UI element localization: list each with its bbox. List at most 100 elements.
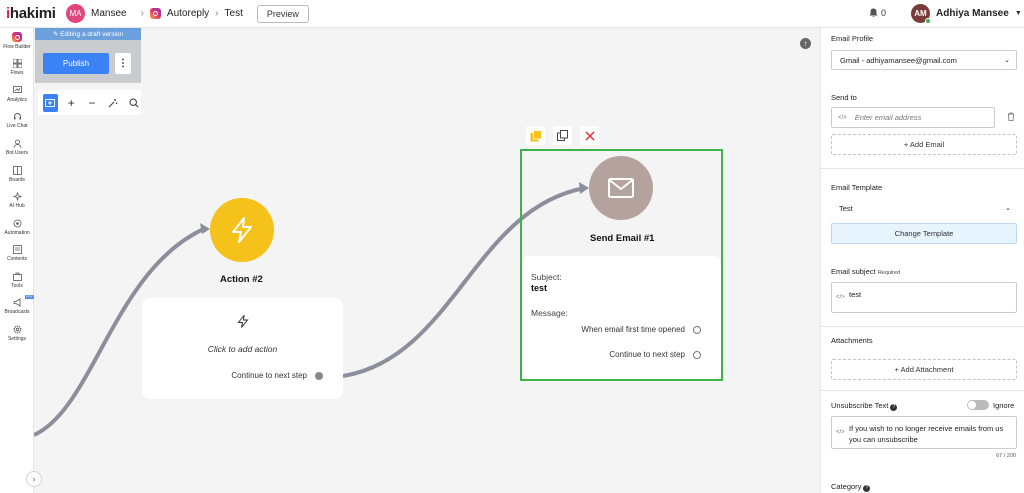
flow-canvas[interactable]: ✎ Editing a draft version Publish ⋮ + − ↑… (34, 28, 820, 493)
sidebar-item-boards[interactable]: Boards (0, 166, 34, 183)
search-icon (129, 97, 139, 108)
copy-icon (557, 130, 568, 141)
help-icon[interactable]: ? (863, 485, 871, 492)
sidebar-item-label: Automation (4, 230, 30, 236)
delete-node-button[interactable] (580, 126, 599, 145)
email-node-card[interactable]: Subject: test Message: When email first … (522, 256, 721, 379)
headset-icon (13, 113, 21, 120)
send-to-label: Send to (831, 93, 857, 102)
add-attachment-button[interactable]: + Add Attachment (831, 359, 1017, 380)
email-subject-value: test (849, 290, 862, 299)
continue-label: Continue to next step (231, 371, 307, 380)
email-subject-text: Email subject (831, 267, 876, 276)
email-subject-input[interactable]: </> test (831, 282, 1017, 313)
unsubscribe-text-value: If you wish to no longer receive emails … (849, 424, 1004, 444)
user-name: Adhiya Mansee (936, 8, 1009, 19)
flow-name[interactable]: Test (225, 8, 243, 19)
envelope-icon (608, 178, 634, 198)
analytics-icon (12, 86, 22, 93)
auto-arrange-button[interactable] (105, 94, 120, 112)
email-node-title: Send Email #1 (590, 233, 655, 244)
sidebar-item-contents[interactable]: Contents (0, 245, 34, 262)
category-text: Category (831, 482, 862, 491)
sidebar-item-label: Analytics (6, 97, 27, 103)
more-options-button[interactable]: ⋮ (115, 53, 131, 74)
sidebar-item-settings[interactable]: Settings (0, 325, 34, 342)
sidebar-item-ai-hub[interactable]: AI Hub (0, 192, 34, 209)
sidebar-item-label: AI Hub (9, 203, 25, 209)
account-avatar[interactable]: MA (66, 4, 85, 23)
subject-value: test (531, 283, 548, 293)
attachments-label: Attachments (831, 336, 873, 345)
send-to-input[interactable]: </> Enter email address (831, 107, 995, 128)
connector-handle[interactable] (693, 350, 701, 359)
account-name[interactable]: Mansee (91, 8, 127, 19)
duplicate-button[interactable] (526, 126, 545, 145)
top-bar: ihakimi MA Mansee › Autoreply › Test Pre… (0, 0, 1024, 28)
opened-label: When email first time opened (581, 325, 685, 334)
close-icon (584, 130, 595, 141)
connector-handle[interactable] (315, 371, 323, 380)
copy-button[interactable] (553, 126, 572, 145)
divider (821, 326, 1024, 327)
user-avatar: AM (911, 4, 931, 24)
expand-sidebar-button[interactable]: › (26, 471, 42, 487)
megaphone-icon (13, 298, 20, 307)
scroll-up-icon[interactable]: ↑ (800, 38, 811, 49)
email-continue-option: Continue to next step (609, 350, 701, 359)
email-template-select[interactable]: Test ⌄ (831, 198, 1017, 218)
sidebar-item-tools[interactable]: Tools (0, 272, 34, 289)
sidebar-item-automation[interactable]: Automation (0, 219, 34, 236)
unsubscribe-text-label: Unsubscribe Text (831, 401, 889, 410)
change-template-button[interactable]: Change Template (831, 223, 1017, 244)
online-status-dot (925, 18, 931, 24)
email-profile-select[interactable]: Gmail - adhiyamansee@gmail.com ⌄ (831, 50, 1017, 70)
connector-handle[interactable] (693, 325, 701, 334)
user-menu[interactable]: AM Adhiya Mansee ▼ (911, 4, 1022, 24)
edit-icon: ✎ (52, 31, 59, 38)
ignore-toggle[interactable] (967, 400, 989, 410)
char-count: 67 / 200 (996, 453, 1016, 459)
sidebar-item-label: Flow Builder (3, 44, 31, 50)
action-node-card[interactable]: Click to add action Continue to next ste… (142, 298, 343, 399)
required-label: Required (877, 270, 901, 276)
preview-button[interactable]: Preview (256, 4, 309, 23)
help-icon[interactable]: ? (890, 404, 898, 411)
category-label: Category? (831, 482, 871, 492)
grid-icon (12, 59, 22, 68)
trash-icon[interactable] (1007, 112, 1015, 123)
chevron-down-icon: ⌄ (1005, 205, 1011, 212)
magic-wand-icon (108, 98, 118, 107)
add-action-placeholder[interactable]: Click to add action (142, 344, 343, 354)
sidebar-item-analytics[interactable]: Analytics (0, 86, 34, 103)
email-subject-label: Email subject Required (831, 267, 900, 276)
action-node-icon[interactable] (210, 198, 274, 262)
email-node-icon[interactable] (589, 156, 653, 220)
message-label: Message: (531, 308, 568, 318)
notifications-button[interactable]: 0 (869, 8, 886, 18)
add-email-button[interactable]: + Add Email (831, 134, 1017, 155)
zoom-out-button[interactable]: − (85, 94, 100, 112)
sidebar-item-flow-builder[interactable]: Flow Builder (0, 32, 34, 50)
add-node-button[interactable] (43, 93, 58, 112)
copy-yellow-icon (530, 129, 542, 141)
notification-count: 0 (881, 8, 887, 18)
chevron-right-icon: › (32, 474, 36, 484)
sidebar-item-flows[interactable]: Flows (0, 59, 34, 76)
hakimi-logo[interactable]: ihakimi (6, 5, 56, 22)
sidebar-item-label: Tools (11, 283, 23, 289)
search-button[interactable] (126, 94, 141, 112)
code-icon: </> (836, 294, 845, 300)
sidebar-item-bot-users[interactable]: Bot Users (0, 139, 34, 156)
sidebar-item-live-chat[interactable]: Live Chat (0, 112, 34, 129)
channel-name[interactable]: Autoreply (167, 8, 209, 19)
email-profile-label: Email Profile (831, 34, 874, 43)
chevron-down-icon: ⌄ (1004, 57, 1010, 64)
publish-button[interactable]: Publish (43, 53, 109, 74)
chevron-down-icon: ▼ (1014, 10, 1022, 17)
email-template-label: Email Template (831, 183, 883, 192)
unsubscribe-text-input[interactable]: </> If you wish to no longer receive emai… (831, 416, 1017, 449)
properties-panel: Email Profile Gmail - adhiyamansee@gmail… (820, 28, 1024, 493)
zoom-in-button[interactable]: + (64, 94, 79, 112)
sidebar-item-broadcasts[interactable]: Broadcasts PRO (0, 295, 35, 315)
